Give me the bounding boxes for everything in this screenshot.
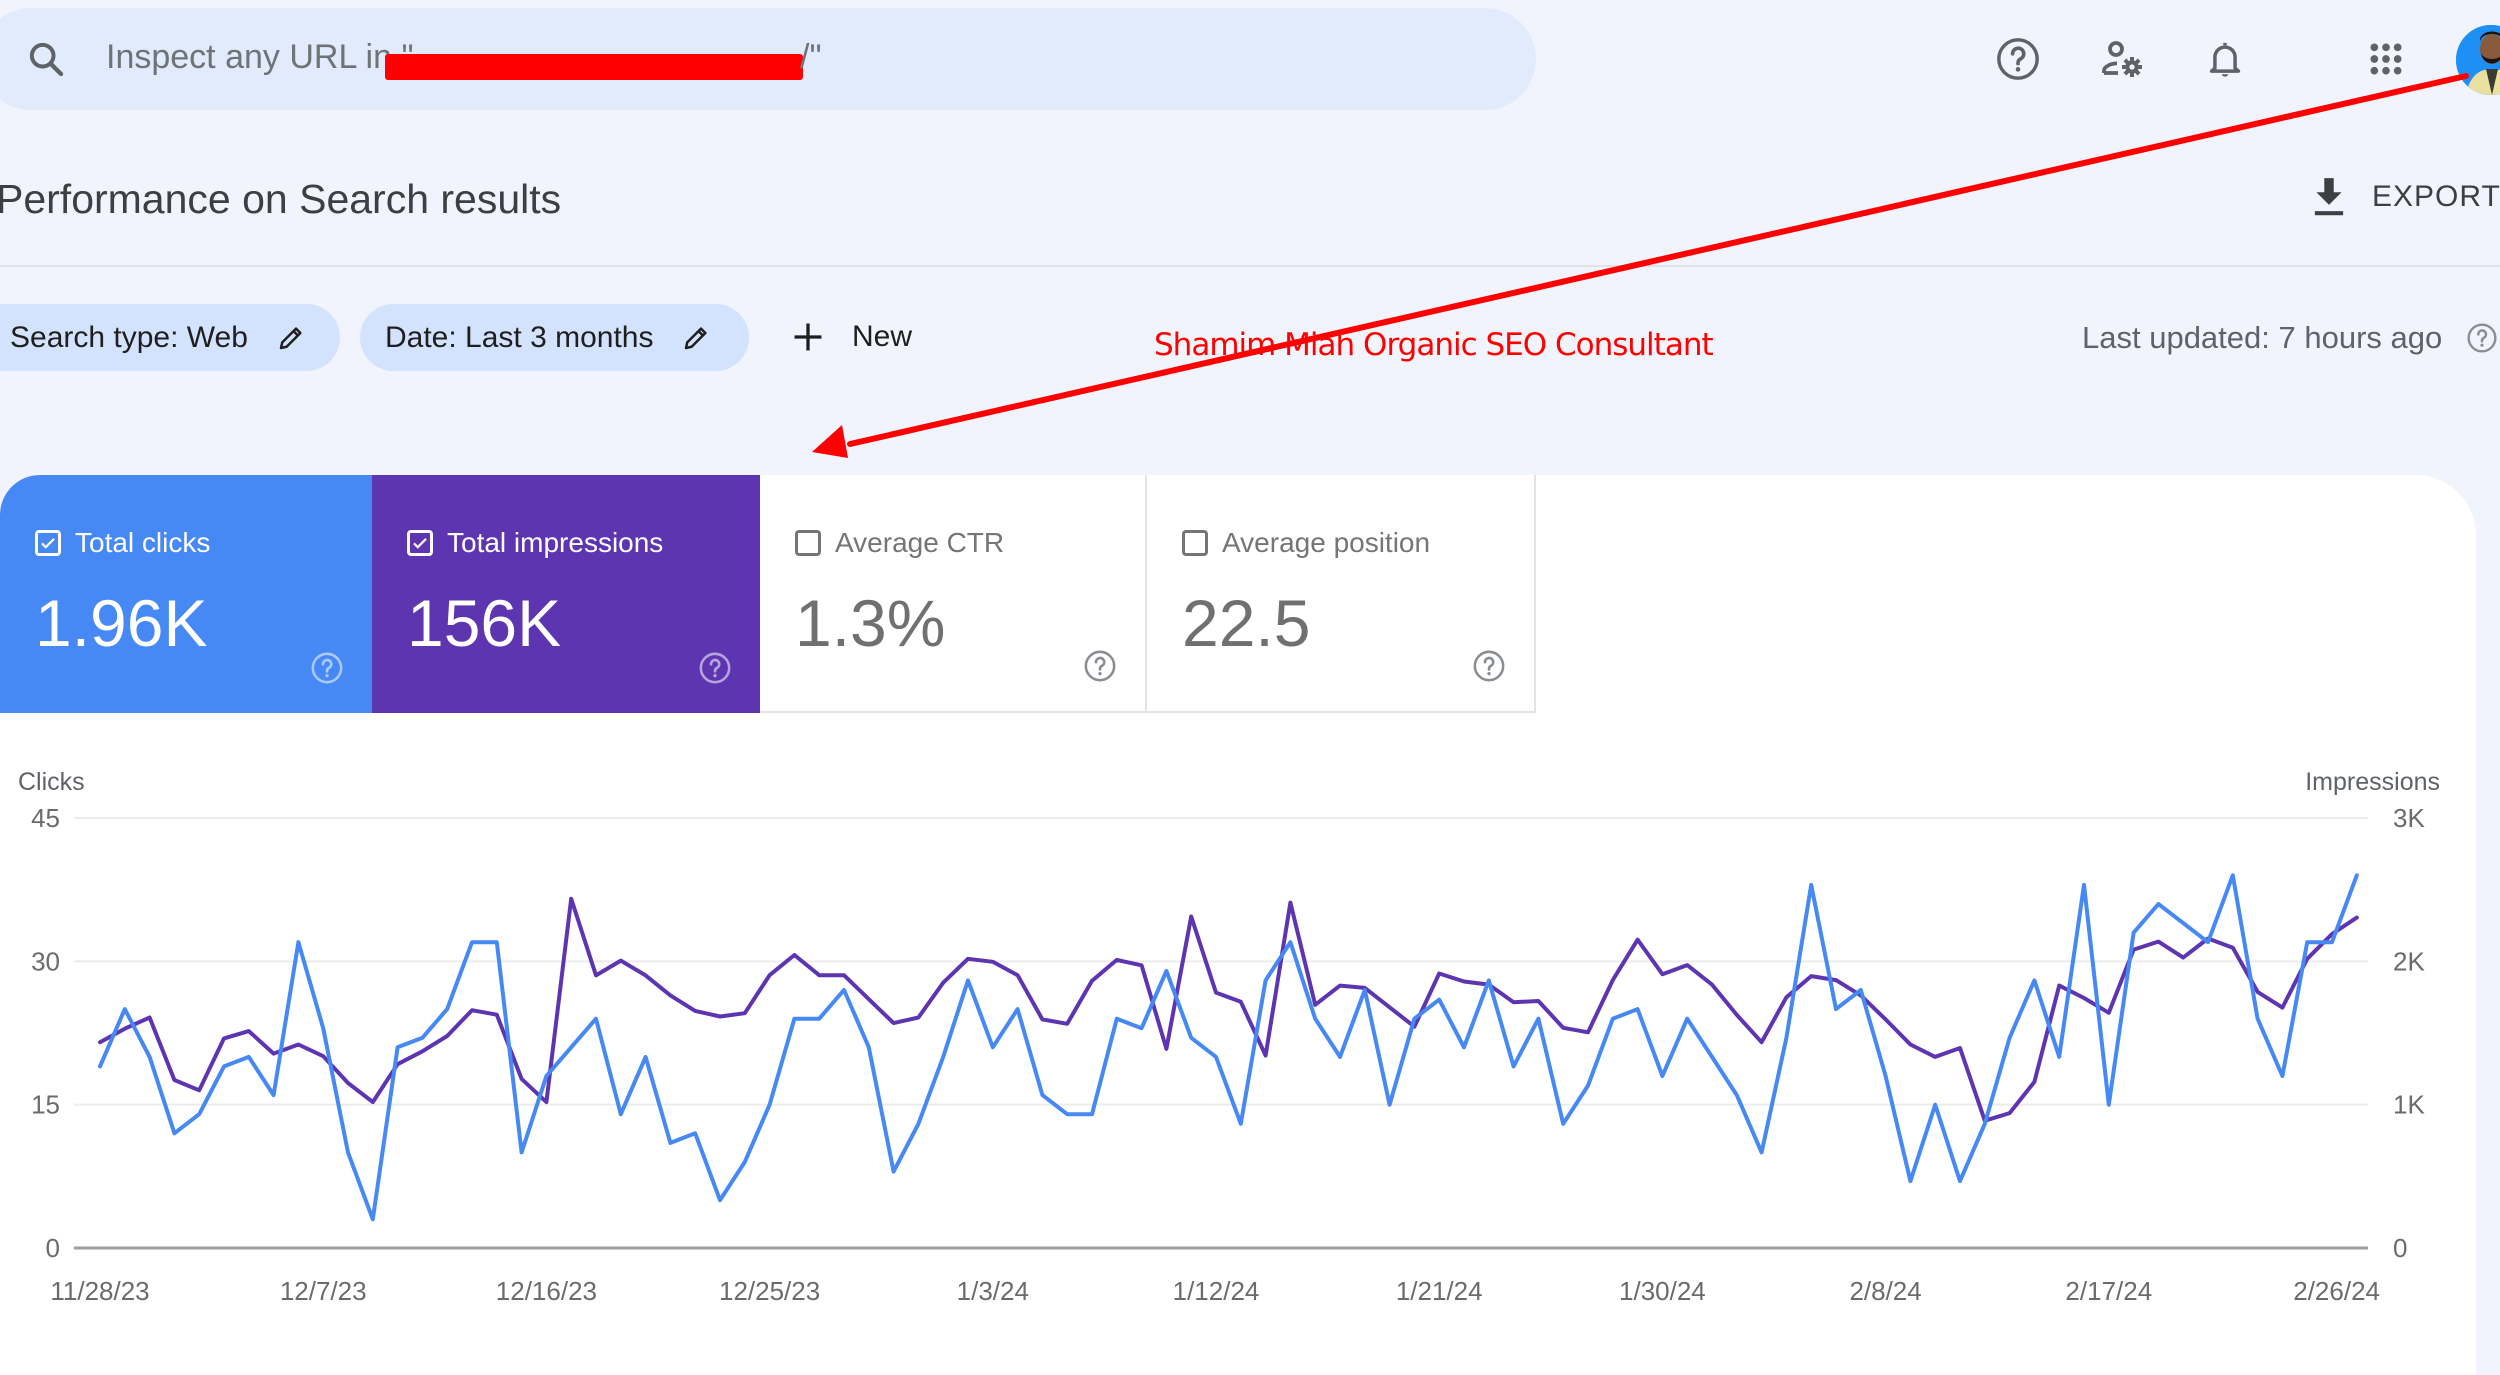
metric-value: 156K: [407, 586, 562, 660]
checkbox-unchecked-icon[interactable]: [1182, 530, 1208, 556]
x-tick-label: 12/7/23: [280, 1276, 367, 1306]
search-type-filter-label: Search type: Web: [10, 320, 248, 354]
gridlines: [74, 817, 2368, 1250]
y-axis-label-right: Impressions: [2305, 768, 2440, 796]
header-divider: [0, 265, 2500, 267]
edit-pencil-icon: [685, 326, 708, 349]
export-button[interactable]: EXPORT: [2310, 172, 2500, 222]
y-tick-label-left: 30: [31, 946, 60, 976]
metric-value: 1.96K: [35, 586, 208, 660]
metric-help-icon[interactable]: [698, 651, 732, 685]
help-icon: [1997, 38, 2039, 80]
annotation-arrow-line: [847, 73, 2469, 447]
last-updated-status: Last updated: 7 hours ago: [2082, 320, 2443, 355]
checkbox-checked-icon[interactable]: [407, 530, 433, 556]
download-icon: [2314, 178, 2344, 216]
watermark-annotation: Shamim Miah Organic SEO Consultant: [1154, 327, 1714, 363]
y-tick-label-right: 0: [2393, 1233, 2407, 1263]
metric-value: 1.3%: [795, 586, 946, 660]
metric-total-clicks[interactable]: Total clicks 1.96K: [0, 475, 372, 713]
admin-settings-icon: [2102, 41, 2142, 77]
x-tick-label: 12/16/23: [496, 1276, 597, 1306]
notifications-button[interactable]: [2200, 34, 2250, 84]
x-tick-label: 2/26/24: [2293, 1276, 2380, 1306]
profile-photo-icon: [2456, 25, 2500, 95]
metric-help-icon[interactable]: [1472, 649, 1506, 683]
search-console-settings-button[interactable]: [2097, 34, 2147, 84]
annotation-arrow-head: [812, 425, 848, 458]
help-button[interactable]: [1993, 34, 2043, 84]
y-tick-label-right: 2K: [2393, 946, 2425, 976]
new-filter-label: New: [852, 320, 913, 353]
metric-value: 22.5: [1182, 586, 1311, 660]
x-tick-label: 2/8/24: [1849, 1276, 1921, 1306]
metric-label-row: Total impressions: [407, 527, 663, 559]
metric-label: Average CTR: [835, 527, 1005, 558]
x-tick-label: 11/28/23: [50, 1276, 149, 1306]
metric-total-impressions[interactable]: Total impressions 156K: [372, 475, 760, 713]
y-ticks-left: 0 15 30 45: [31, 803, 60, 1263]
x-ticks: 11/28/23 12/7/23 12/16/23 12/25/23 1/3/24 1/1…: [50, 1276, 2380, 1306]
y-tick-label-right: 3K: [2393, 803, 2425, 833]
y-tick-label-left: 45: [31, 803, 60, 833]
account-avatar[interactable]: [2456, 25, 2500, 95]
search-icon: [29, 42, 64, 77]
metric-label-row: Average CTR: [795, 527, 1004, 559]
edit-pencil-icon: [279, 326, 302, 349]
export-label: EXPORT: [2372, 180, 2500, 213]
metric-label-row: Average position: [1182, 527, 1430, 559]
date-filter-chip[interactable]: Date: Last 3 months: [360, 304, 749, 371]
metric-help-icon[interactable]: [1083, 649, 1117, 683]
y-tick-label-left: 0: [46, 1233, 60, 1263]
metric-label: Total clicks: [75, 527, 211, 558]
x-tick-label: 12/25/23: [719, 1276, 820, 1306]
last-updated-help-icon[interactable]: [2466, 322, 2498, 354]
metric-average-ctr[interactable]: Average CTR 1.3%: [760, 475, 1147, 713]
date-filter-label: Date: Last 3 months: [385, 320, 654, 354]
new-filter-button[interactable]: New: [790, 312, 912, 362]
metric-help-icon[interactable]: [310, 651, 344, 685]
metric-label-row: Total clicks: [35, 527, 210, 559]
search-type-filter-chip[interactable]: Search type: Web: [0, 304, 340, 371]
y-axis-label-left: Clicks: [18, 768, 85, 796]
checkbox-unchecked-icon[interactable]: [795, 530, 821, 556]
checkbox-checked-icon[interactable]: [35, 530, 61, 556]
performance-line-chart[interactable]: Clicks Impressions 0 15 30 45 0 1K 2K 3K 11/28…: [0, 760, 2476, 1334]
x-tick-label: 1/30/24: [1619, 1276, 1706, 1306]
plus-icon: [794, 323, 822, 351]
url-inspection-search-bar[interactable]: Inspect any URL in " /": [0, 8, 1536, 110]
series-line-clicks: [98, 873, 2359, 1222]
notifications-bell-icon: [2209, 42, 2241, 77]
y-tick-label-left: 15: [31, 1090, 60, 1120]
y-tick-label-right: 1K: [2393, 1090, 2425, 1120]
search-placeholder: Inspect any URL in ": [106, 38, 414, 76]
google-apps-button[interactable]: [2361, 34, 2411, 84]
metric-label: Average position: [1222, 527, 1431, 558]
redacted-property-url: [385, 54, 803, 80]
page-title: Performance on Search results: [0, 176, 562, 222]
y-ticks-right: 0 1K 2K 3K: [2393, 803, 2425, 1263]
metric-average-position[interactable]: Average position 22.5: [1147, 475, 1536, 713]
x-tick-label: 1/3/24: [957, 1276, 1029, 1306]
search-placeholder-end: /": [800, 38, 822, 76]
apps-grid-icon: [2370, 43, 2402, 75]
x-tick-label: 1/21/24: [1396, 1276, 1483, 1306]
metric-label: Total impressions: [447, 527, 664, 558]
series-lines: [98, 873, 2359, 1222]
x-tick-label: 1/12/24: [1173, 1276, 1260, 1306]
x-tick-label: 2/17/24: [2065, 1276, 2152, 1306]
